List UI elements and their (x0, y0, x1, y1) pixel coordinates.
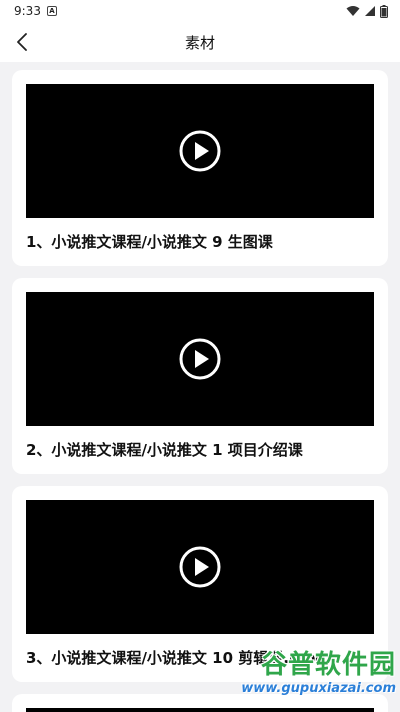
material-card[interactable]: 1、小说推文课程/小说推文 9 生图课 (12, 70, 388, 266)
play-icon[interactable] (178, 129, 222, 173)
status-bar: 9:33 A (0, 0, 400, 22)
material-title: 2、小说推文课程/小说推文 1 项目介绍课 (26, 441, 303, 459)
status-left: 9:33 A (14, 4, 57, 18)
status-time: 9:33 (14, 4, 41, 18)
notification-icon: A (46, 6, 57, 16)
status-right (346, 4, 388, 18)
play-icon[interactable] (178, 337, 222, 381)
watermark-url: www.gupuxiazai.com (241, 681, 396, 696)
back-button[interactable] (8, 28, 36, 56)
title-bar: 素材 (0, 22, 400, 62)
video-player[interactable] (26, 84, 374, 218)
watermark-brand: 谷普软件园 (260, 650, 396, 680)
battery-icon (380, 4, 388, 18)
watermark-logo: 谷普软件园 www.gupuxiazai.com (206, 644, 396, 706)
video-player[interactable] (26, 292, 374, 426)
video-player[interactable] (26, 708, 374, 712)
video-player[interactable] (26, 500, 374, 634)
page-title: 素材 (184, 33, 215, 52)
material-list: 1、小说推文课程/小说推文 9 生图课 2、小说推文课程/小说推文 1 项目介绍… (0, 62, 400, 712)
material-card[interactable]: 2、小说推文课程/小说推文 1 项目介绍课 (12, 278, 388, 474)
back-arrow-icon (17, 33, 27, 51)
material-title: 1、小说推文课程/小说推文 9 生图课 (26, 233, 273, 251)
wifi-icon (346, 6, 360, 16)
signal-icon (365, 6, 375, 16)
play-icon[interactable] (178, 545, 222, 589)
